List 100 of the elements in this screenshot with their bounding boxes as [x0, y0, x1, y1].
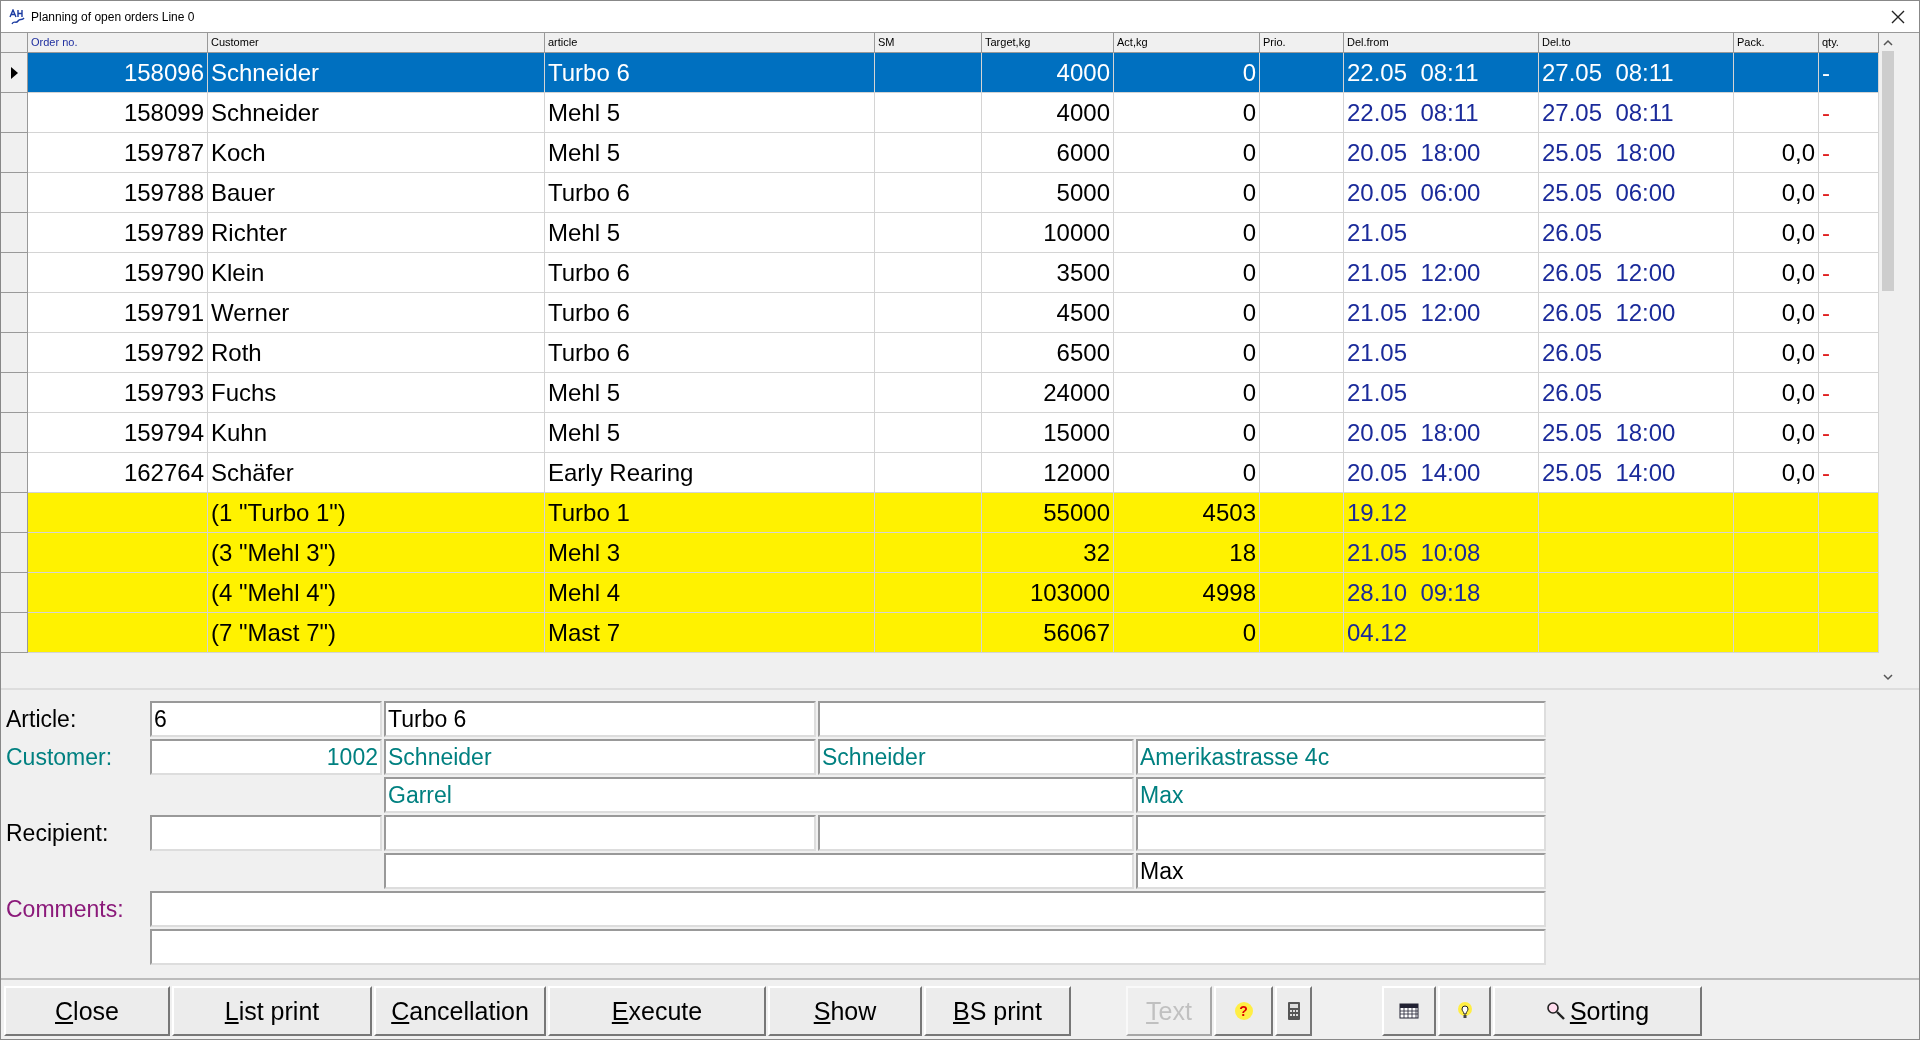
- column-header[interactable]: Del.from: [1344, 33, 1539, 53]
- input-field[interactable]: [150, 929, 1546, 965]
- command-button[interactable]: BS print: [924, 986, 1071, 1036]
- scroll-up-icon[interactable]: [1883, 39, 1893, 47]
- field-label: Recipient:: [5, 818, 110, 848]
- column-header[interactable]: Prio.: [1260, 33, 1344, 53]
- command-button[interactable]: Cancellation: [374, 986, 546, 1036]
- table-cell: [1819, 613, 1879, 653]
- input-field[interactable]: Max: [1136, 853, 1546, 889]
- command-button[interactable]: List print: [172, 986, 372, 1036]
- column-header[interactable]: article: [545, 33, 875, 53]
- column-header[interactable]: Del.to: [1539, 33, 1734, 53]
- table-cell: 0,0: [1734, 293, 1819, 333]
- table-cell: 0: [1114, 373, 1260, 413]
- input-field[interactable]: Schneider: [818, 739, 1134, 775]
- command-button[interactable]: Close: [4, 986, 170, 1036]
- table-cell: 0,0: [1734, 373, 1819, 413]
- table-cell: 159790: [28, 253, 208, 293]
- command-button[interactable]: Execute: [548, 986, 766, 1036]
- input-field[interactable]: [150, 815, 382, 851]
- tip-button[interactable]: [1438, 986, 1491, 1036]
- table-cell: [1819, 533, 1879, 573]
- table-cell: 0: [1114, 253, 1260, 293]
- table-cell: Turbo 1: [545, 493, 875, 533]
- table-cell: 21.05 12:00: [1344, 253, 1539, 293]
- input-field[interactable]: Turbo 6: [384, 701, 816, 737]
- input-field[interactable]: 1002: [150, 739, 382, 775]
- table-cell: 0: [1114, 213, 1260, 253]
- column-header[interactable]: Order no.: [28, 33, 208, 53]
- table-cell: 158096: [28, 53, 208, 93]
- table-cell: 159791: [28, 293, 208, 333]
- table-cell: -: [1819, 453, 1879, 493]
- table-cell: Bauer: [208, 173, 545, 213]
- column-header[interactable]: Customer: [208, 33, 545, 53]
- table-cell: Mehl 5: [545, 373, 875, 413]
- table-cell: Mehl 4: [545, 573, 875, 613]
- column-header[interactable]: Target,kg: [982, 33, 1114, 53]
- table-cell: 20.05 18:00: [1344, 133, 1539, 173]
- input-field[interactable]: [818, 815, 1134, 851]
- input-field[interactable]: [1136, 815, 1546, 851]
- table-cell: 12000: [982, 453, 1114, 493]
- table-cell: 159792: [28, 333, 208, 373]
- calendar-button[interactable]: [1382, 986, 1436, 1036]
- table-cell: 25.05 06:00: [1539, 173, 1734, 213]
- input-field[interactable]: Garrel: [384, 777, 1134, 813]
- column-header[interactable]: Pack.: [1734, 33, 1819, 53]
- table-cell: Mehl 3: [545, 533, 875, 573]
- table-cell: 26.05: [1539, 373, 1734, 413]
- table-cell: 27.05 08:11: [1539, 53, 1734, 93]
- column-header[interactable]: qty.: [1819, 33, 1879, 53]
- column-header[interactable]: Act,kg: [1114, 33, 1260, 53]
- field-label: Customer:: [5, 742, 114, 772]
- input-field[interactable]: [818, 701, 1546, 737]
- input-field[interactable]: Schneider: [384, 739, 816, 775]
- scroll-down-icon[interactable]: [1883, 673, 1893, 681]
- table-cell: 21.05: [1344, 373, 1539, 413]
- calculator-button[interactable]: [1275, 986, 1312, 1036]
- input-field[interactable]: Max: [1136, 777, 1546, 813]
- table-cell: 25.05 18:00: [1539, 413, 1734, 453]
- table-cell: Turbo 6: [545, 333, 875, 373]
- table-cell: 159789: [28, 213, 208, 253]
- table-cell: [1819, 493, 1879, 533]
- input-field[interactable]: Amerikastrasse 4c: [1136, 739, 1546, 775]
- table-cell: Mehl 5: [545, 413, 875, 453]
- table-cell: 0,0: [1734, 413, 1819, 453]
- table-cell: 103000: [982, 573, 1114, 613]
- input-field[interactable]: [384, 815, 816, 851]
- table-cell: -: [1819, 133, 1879, 173]
- scrollbar-thumb[interactable]: [1882, 51, 1894, 291]
- table-cell: (1 "Turbo 1"): [208, 493, 545, 533]
- table-cell: 6500: [982, 333, 1114, 373]
- table-cell: Mehl 5: [545, 213, 875, 253]
- table-cell: 159788: [28, 173, 208, 213]
- app-logo-icon: [9, 8, 25, 25]
- window-title: Planning of open orders Line 0: [31, 9, 196, 24]
- calculator-icon: [1286, 1001, 1301, 1021]
- row-header[interactable]: [1, 53, 28, 93]
- table-cell: 0,0: [1734, 333, 1819, 373]
- command-button[interactable]: Show: [768, 986, 922, 1036]
- sorting-button[interactable]: Sorting: [1493, 986, 1702, 1036]
- input-field[interactable]: 6: [150, 701, 382, 737]
- table-cell: 32: [982, 533, 1114, 573]
- table-cell: 56067: [982, 613, 1114, 653]
- table-cell: 4500: [982, 293, 1114, 333]
- table-cell: Richter: [208, 213, 545, 253]
- table-cell: Schneider: [208, 53, 545, 93]
- table-cell: -: [1819, 413, 1879, 453]
- help-button[interactable]: ?: [1214, 986, 1273, 1036]
- table-cell: -: [1819, 253, 1879, 293]
- table-cell: 0: [1114, 173, 1260, 213]
- table-cell: Fuchs: [208, 373, 545, 413]
- table-cell: 158099: [28, 93, 208, 133]
- table-cell: 0: [1114, 133, 1260, 173]
- table-cell: 159794: [28, 413, 208, 453]
- input-field[interactable]: [384, 853, 1134, 889]
- column-header[interactable]: SM: [875, 33, 982, 53]
- table-cell: Kuhn: [208, 413, 545, 453]
- table-cell: 21.05: [1344, 213, 1539, 253]
- table-cell: 27.05 08:11: [1539, 93, 1734, 133]
- input-field[interactable]: [150, 891, 1546, 927]
